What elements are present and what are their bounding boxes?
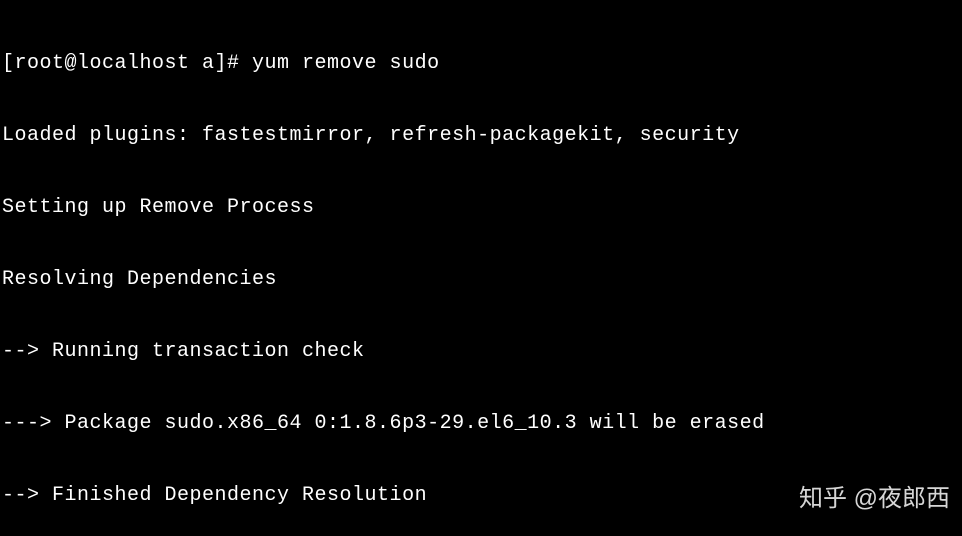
output-line: --> Running transaction check: [2, 340, 960, 364]
output-line: Setting up Remove Process: [2, 196, 960, 220]
output-line: Loaded plugins: fastestmirror, refresh-p…: [2, 124, 960, 148]
watermark: 知乎 @夜郎西: [799, 487, 950, 511]
output-line: ---> Package sudo.x86_64 0:1.8.6p3-29.el…: [2, 412, 960, 436]
shell-prompt-line: [root@localhost a]# yum remove sudo: [2, 52, 960, 76]
terminal-output[interactable]: [root@localhost a]# yum remove sudo Load…: [0, 0, 962, 536]
output-line: Resolving Dependencies: [2, 268, 960, 292]
